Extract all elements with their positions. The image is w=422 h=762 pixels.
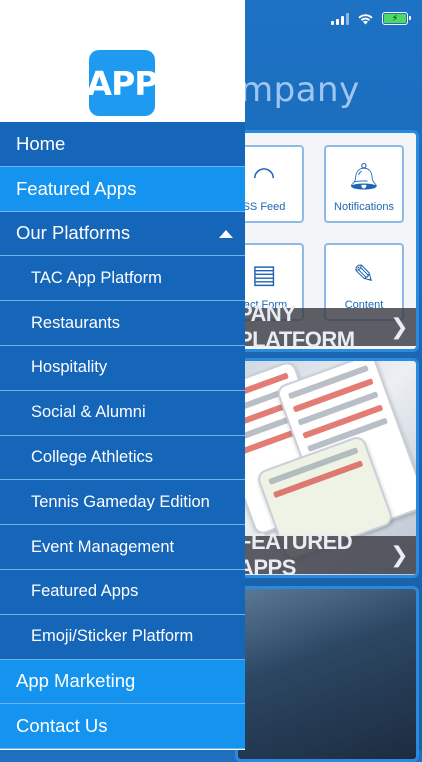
battery-icon: ⚡ (382, 12, 411, 25)
chevron-right-icon: ❯ (390, 314, 408, 339)
submenu-item-event-management[interactable]: Event Management (0, 525, 245, 570)
submenu-item-social-alumni[interactable]: Social & Alumni (0, 390, 245, 436)
cellular-signal-icon (331, 12, 349, 25)
notifications-tile[interactable]: 🔔︎ Notifications (324, 145, 404, 223)
edit-icon: ✎ (353, 259, 375, 289)
menu-item-our-platforms[interactable]: Our Platforms (0, 211, 245, 257)
status-bar: ⚡ (331, 12, 411, 25)
drawer-menu: Home Featured Apps Our Platforms TAC App… (0, 122, 245, 750)
submenu-item-tennis-gameday[interactable]: Tennis Gameday Edition (0, 480, 245, 526)
rss-icon: ◠ (252, 161, 276, 191)
featured-apps-banner[interactable]: FEATURED APPS ❯ (238, 529, 416, 575)
wifi-icon (358, 13, 373, 24)
app-logo: APP (87, 50, 158, 116)
menu-item-label: App Marketing (16, 670, 136, 692)
menu-item-label: Home (16, 132, 66, 154)
menu-item-app-marketing[interactable]: App Marketing (0, 659, 245, 705)
menu-item-contact-us[interactable]: Contact Us (0, 704, 245, 750)
platform-panel[interactable]: ◠ SS Feed 🔔︎ Notifications ▤ tact Form ✎… (235, 130, 419, 352)
navigation-drawer: APP Home Featured Apps Our Platforms TAC… (0, 0, 245, 750)
form-icon: ▤ (251, 259, 277, 289)
submenu-item-restaurants[interactable]: Restaurants (0, 301, 245, 346)
menu-item-label: Our Platforms (16, 222, 131, 244)
rss-feed-tile[interactable]: ◠ SS Feed (238, 145, 304, 223)
submenu-item-featured-apps[interactable]: Featured Apps (0, 569, 245, 615)
menu-item-home[interactable]: Home (0, 122, 245, 167)
submenu-item-tac-app-platform[interactable]: TAC App Platform (0, 256, 245, 302)
menu-item-label: Featured Apps (16, 177, 137, 199)
submenu-item-college-athletics[interactable]: College Athletics (0, 435, 245, 481)
caret-up-icon (219, 229, 233, 238)
menu-item-featured-apps[interactable]: Featured Apps (0, 166, 245, 212)
featured-apps-panel[interactable]: FEATURED APPS ❯ (235, 358, 419, 578)
platform-banner[interactable]: PANY PLATFORM ❯ (238, 301, 416, 349)
background-title: mpany (240, 70, 360, 110)
bell-icon: 🔔︎ (347, 161, 381, 191)
submenu-item-emoji-sticker[interactable]: Emoji/Sticker Platform (0, 614, 245, 660)
office-photo-panel[interactable] (235, 586, 419, 762)
menu-item-label: Contact Us (16, 715, 108, 737)
drawer-header: APP (0, 0, 245, 122)
chevron-right-icon: ❯ (390, 542, 408, 567)
submenu-item-hospitality[interactable]: Hospitality (0, 345, 245, 391)
